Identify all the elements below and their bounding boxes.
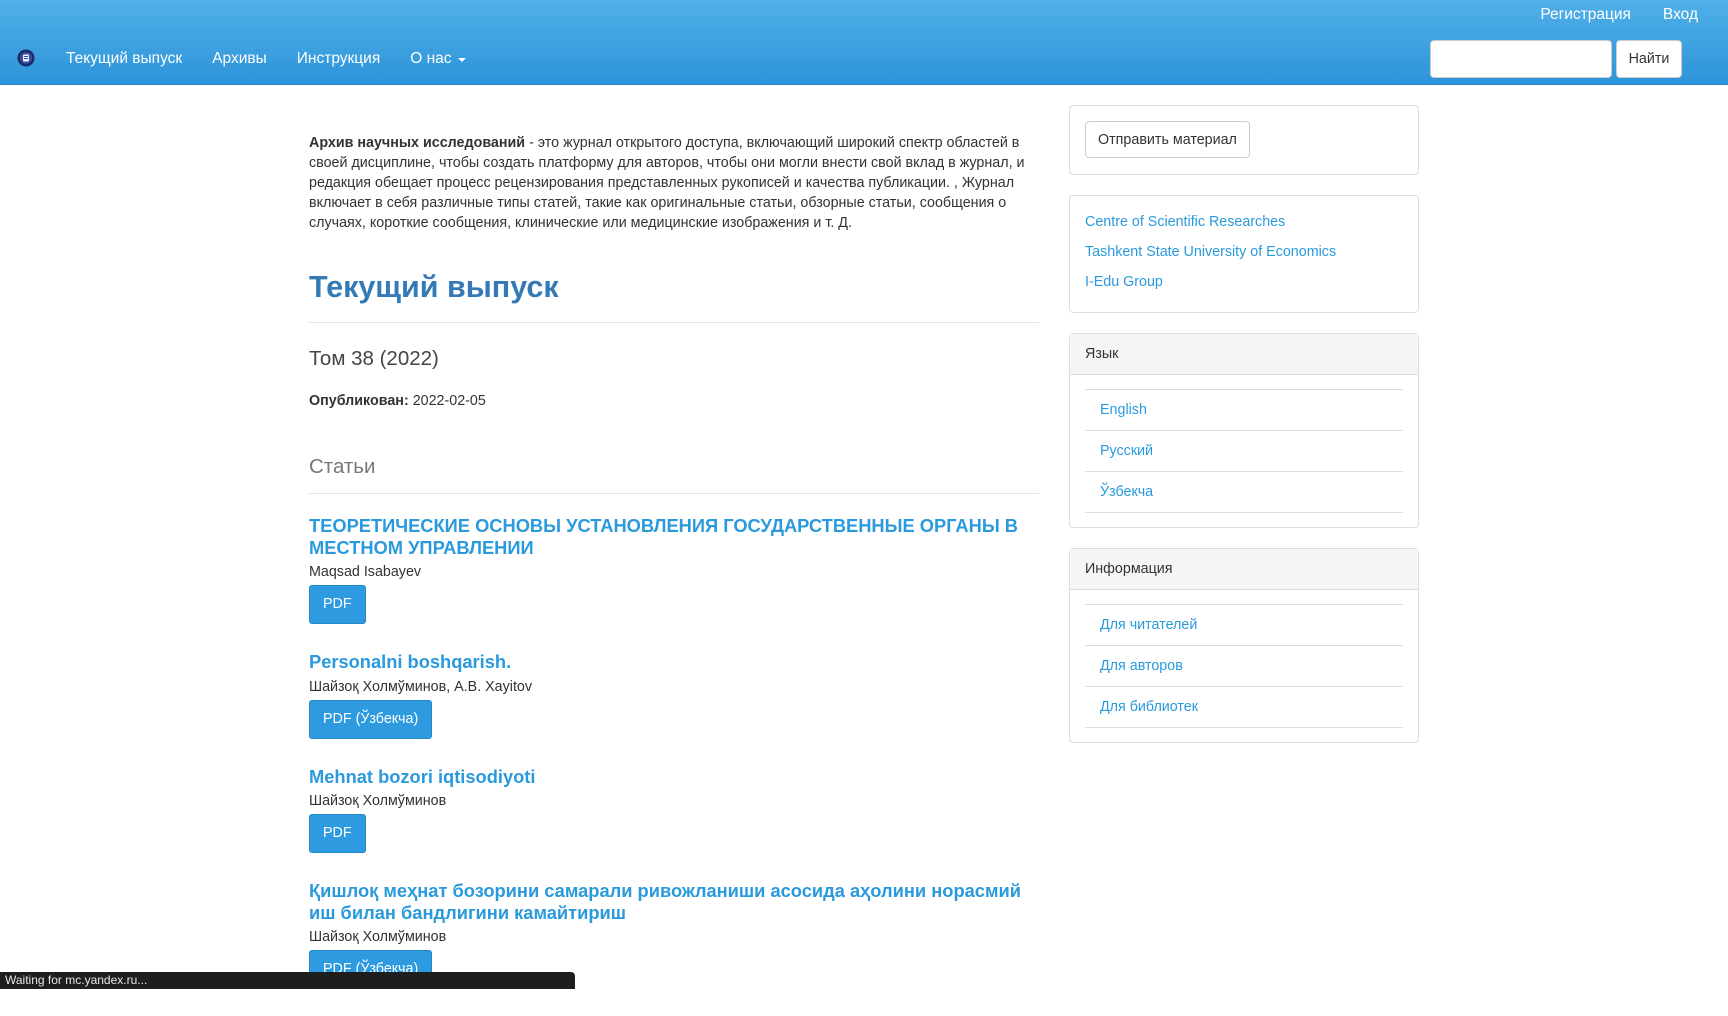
journal-name: Архив научных исследований (309, 135, 526, 151)
for-librarians-link[interactable]: Для библиотек (1100, 699, 1198, 715)
divider (309, 322, 1039, 323)
information-item: Для авторов (1085, 646, 1403, 687)
for-authors-link[interactable]: Для авторов (1100, 658, 1183, 674)
language-list: English Русский Ўзбекча (1070, 375, 1418, 527)
published-value: 2022-02-05 (412, 393, 486, 409)
article-authors: Шайзоқ Холмўминов (309, 929, 447, 945)
divider (309, 493, 1039, 494)
article-title[interactable]: ТЕОРЕТИЧЕСКИЕ ОСНОВЫ УСТАНОВЛЕНИЯ ГОСУДА… (309, 515, 1039, 558)
article-item: Mehnat bozori iqtisodiyoti Шайзоқ Холмўм… (309, 766, 1039, 853)
pdf-button[interactable]: PDF (309, 814, 366, 853)
information-block-title: Информация (1070, 549, 1418, 590)
nav-about-dropdown[interactable]: О нас (410, 49, 466, 69)
language-block-title: Язык (1070, 334, 1418, 375)
article-authors: Шайзоқ Холмўминов (309, 793, 447, 809)
login-link[interactable]: Вход (1663, 5, 1698, 25)
article-title[interactable]: Personalni boshqarish. (309, 651, 1039, 673)
nav-about-label: О нас (410, 50, 452, 67)
article-title[interactable]: Қишлоқ меҳнат бозорини самарали ривожлан… (309, 880, 1039, 923)
journal-logo-icon[interactable] (17, 49, 35, 67)
information-list: Для читателей Для авторов Для библиотек (1070, 590, 1418, 742)
language-item: Русский (1085, 431, 1403, 472)
information-block: Информация Для читателей Для авторов Для… (1069, 548, 1419, 743)
browser-status-bar: Waiting for mc.yandex.ru... (0, 972, 575, 989)
sidebar: Отправить материал Centre of Scientific … (1069, 105, 1419, 763)
language-uzbek-link[interactable]: Ўзбекча (1100, 484, 1153, 500)
issue-volume: Том 38 (2022) (309, 347, 439, 370)
section-title: Статьи (309, 455, 376, 478)
article-authors: Шайзоқ Холмўминов, А.В. Xayitov (309, 678, 533, 695)
search-button[interactable]: Найти (1616, 40, 1682, 78)
article-title[interactable]: Mehnat bozori iqtisodiyoti (309, 766, 1039, 788)
register-link[interactable]: Регистрация (1540, 5, 1631, 25)
main-content: Архив научных исследований - это журнал … (309, 133, 1039, 1016)
main-nav: Текущий выпуск Архивы Инструкция О нас (66, 49, 466, 69)
language-russian-link[interactable]: Русский (1100, 443, 1153, 459)
information-item: Для читателей (1085, 605, 1403, 646)
partner-link[interactable]: I-Edu Group (1085, 272, 1403, 292)
article-item: ТЕОРЕТИЧЕСКИЕ ОСНОВЫ УСТАНОВЛЕНИЯ ГОСУДА… (309, 515, 1039, 624)
language-item: English (1085, 390, 1403, 431)
pdf-button[interactable]: PDF (309, 585, 366, 624)
top-navbar: Регистрация Вход Текущий выпуск Архивы И… (0, 0, 1728, 85)
for-readers-link[interactable]: Для читателей (1100, 617, 1197, 633)
journal-description: Архив научных исследований - это журнал … (309, 133, 1039, 233)
published-date: Опубликован: 2022-02-05 (309, 391, 1039, 411)
article-authors: Maqsad Isabayev (309, 564, 422, 580)
partner-links-block: Centre of Scientific Researches Tashkent… (1069, 195, 1419, 313)
user-links: Регистрация Вход (1540, 5, 1698, 25)
nav-instructions[interactable]: Инструкция (297, 49, 380, 69)
nav-current-issue[interactable]: Текущий выпуск (66, 49, 182, 69)
language-item: Ўзбекча (1085, 472, 1403, 513)
partner-link[interactable]: Tashkent State University of Economics (1085, 242, 1403, 262)
search-input[interactable] (1430, 40, 1612, 78)
pdf-button[interactable]: PDF (Ўзбекча) (309, 699, 433, 739)
submit-material-button[interactable]: Отправить материал (1085, 121, 1250, 158)
nav-archives[interactable]: Архивы (212, 49, 267, 69)
submit-block: Отправить материал (1069, 105, 1419, 175)
language-block: Язык English Русский Ўзбекча (1069, 333, 1419, 528)
article-item: Personalni boshqarish. Шайзоқ Холмўминов… (309, 651, 1039, 739)
partner-link[interactable]: Centre of Scientific Researches (1085, 212, 1403, 232)
information-item: Для библиотек (1085, 687, 1403, 728)
published-label: Опубликован: (309, 393, 409, 409)
page-title: Текущий выпуск (309, 270, 559, 304)
language-english-link[interactable]: English (1100, 402, 1147, 418)
caret-down-icon (457, 58, 466, 62)
